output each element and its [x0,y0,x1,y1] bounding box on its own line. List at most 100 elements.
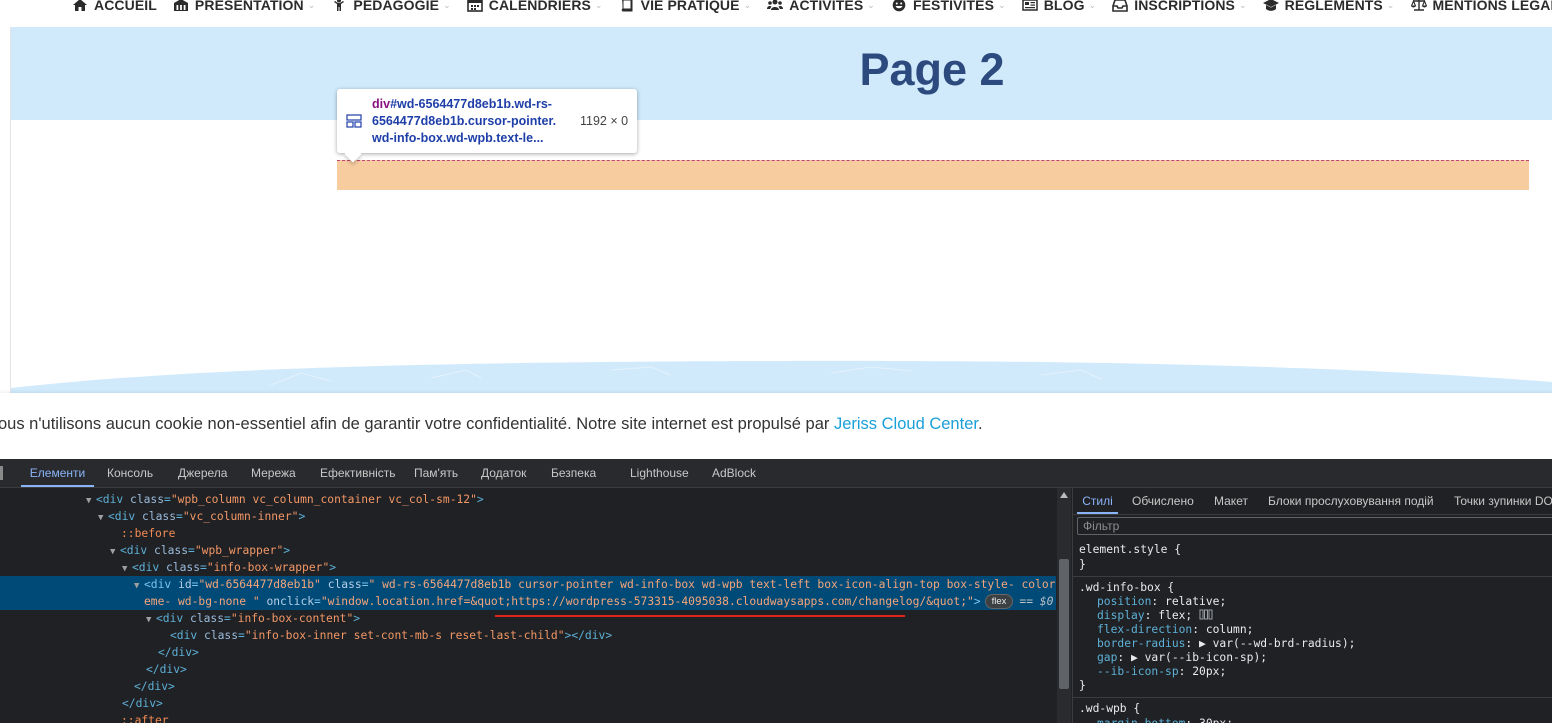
tab-styles[interactable]: Стилі [1077,488,1118,514]
url-underline-annotation [495,615,905,617]
rule-divider [1073,697,1552,698]
chevron-down-icon: ⌄ [1386,0,1395,10]
tab-computed[interactable]: Обчислено [1132,488,1194,514]
css-declaration-partial[interactable]: margin-bottom: 30px; [1079,717,1233,723]
inspect-mode-icon[interactable] [0,466,3,480]
tooltip-selector-line-3: wd-info-box.wd-wpb.text-le... [372,131,544,145]
dom-node-selected[interactable]: ▼ <div id="wd-6564477d8eb1b" class=" wd-r… [0,576,1056,593]
devtools-panel: Елементи Консоль Джерела Мережа Ефективн… [0,459,1552,723]
tab-security[interactable]: Безпека [551,459,596,487]
nav-item-accueil[interactable]: ACCUEIL [72,0,157,13]
nav-item-label: FESTIVITES [912,0,995,13]
nav-item-blog[interactable]: BLOG ⌄ [1021,0,1097,13]
users-icon [767,0,784,10]
balance-scale-icon [1410,0,1427,11]
dom-node-info-box-content[interactable]: ▼ <div class="info-box-content"> [0,610,360,627]
dom-pseudo-after[interactable]: ::after [0,712,169,723]
dom-node-wpb-column[interactable]: ▼ <div class="wpb_column vc_column_contai… [0,491,484,508]
graduation-cap-icon [1262,0,1279,11]
nav-item-pedagogie[interactable]: PEDAGOGIE ⌄ [331,0,451,13]
chevron-down-icon: ⌄ [594,0,603,10]
dom-node-column-inner[interactable]: ▼ <div class="vc_column-inner"> [0,508,305,525]
flex-badge[interactable]: flex [984,594,1014,609]
tab-lighthouse[interactable]: Lighthouse [630,459,689,487]
tab-application[interactable]: Додаток [481,459,526,487]
highlighted-info-box[interactable] [337,160,1529,190]
nav-item-label: PEDAGOGIE [353,0,440,13]
smile-icon [892,0,906,12]
dom-node-info-box-wrapper[interactable]: ▼ <div class="info-box-wrapper"> [0,559,336,576]
inspect-tooltip: div#wd-6564477d8eb1b.wd-rs- 6564477d8eb1… [337,89,637,163]
tab-network[interactable]: Мережа [251,459,296,487]
nav-item-presentation[interactable]: PRESENTATION ⌄ [173,0,315,13]
tab-performance[interactable]: Ефективність [320,459,396,487]
chevron-down-icon: ⌄ [307,0,316,10]
css-declaration[interactable]: position: relative; [1079,595,1226,609]
nav-item-reglements[interactable]: REGLEMENTS ⌄ [1262,0,1395,13]
cookie-text: ous n'utilisons aucun cookie non-essenti… [0,415,983,434]
nav-item-inscriptions[interactable]: INSCRIPTIONS ⌄ [1112,0,1247,13]
dom-close-tag[interactable]: </div> [0,644,199,661]
tooltip-size: 1192 × 0 [580,114,629,128]
styles-pane: Стилі Обчислено Макет Блоки прослуховува… [1072,488,1552,723]
nav-item-label: PRESENTATION [194,0,304,13]
css-declaration[interactable]: border-radius: ▶ var(--wd-brd-radius); [1079,637,1355,651]
flexbox-editor-icon[interactable] [1199,609,1213,620]
dom-node-wpb-wrapper[interactable]: ▼ <div class="wpb_wrapper"> [0,542,290,559]
tab-dom-breakpoints[interactable]: Точки зупинки DOM [1454,488,1552,514]
dom-close-tag[interactable]: </div> [0,661,187,678]
dom-pseudo-before[interactable]: ::before [0,525,175,542]
dom-close-tag[interactable]: </div> [0,695,163,712]
nav-item-label: REGLEMENTS [1284,0,1383,13]
dom-node-info-box-inner[interactable]: <div class="info-box-inner set-cont-mb-s… [0,627,612,644]
devtools-tab-bar: Елементи Консоль Джерела Мережа Ефективн… [0,459,1552,488]
tab-elements[interactable]: Елементи [21,459,94,487]
css-declaration[interactable]: --ib-icon-sp: 20px; [1079,665,1226,679]
tab-sources[interactable]: Джерела [178,459,227,487]
tab-event-listeners[interactable]: Блоки прослуховування подій [1268,488,1434,514]
nav-item-label: BLOG [1043,0,1085,13]
nav-item-vie-pratique[interactable]: VIE PRATIQUE ⌄ [619,0,752,13]
nav-item-label: CALENDRIERS [488,0,591,13]
styles-filter-input[interactable]: Фільтр [1077,517,1552,535]
rule-divider [1073,576,1552,577]
wave-decoration [11,360,1552,393]
cookie-suffix: . [977,415,983,433]
element-style-rule[interactable]: element.style { [1079,543,1181,557]
css-declaration[interactable]: flex-direction: column; [1079,623,1253,637]
child-icon [334,0,345,11]
chevron-down-icon: ⌄ [443,0,451,10]
nav-item-festivites[interactable]: FESTIVITES ⌄ [891,0,1006,13]
cookie-message: ous n'utilisons aucun cookie non-essenti… [0,415,834,433]
rule-wd-info-box-selector[interactable]: .wd-info-box { [1079,581,1174,595]
styles-tab-bar: Стилі Обчислено Макет Блоки прослуховува… [1073,488,1552,515]
onclick-url: https://wordpress-573315-4095038.cloudwa… [511,595,927,608]
tab-layout[interactable]: Макет [1214,488,1248,514]
nav-item-mentions-legales[interactable]: MENTIONS LEGALES⌄ [1410,0,1552,13]
chevron-down-icon: ⌄ [867,0,875,10]
dom-close-tag[interactable]: </div> [0,678,175,695]
nav-item-calendriers[interactable]: CALENDRIERS ⌄ [466,0,603,13]
tooltip-selector-line-1: #wd-6564477d8eb1b.wd-rs- [390,97,552,111]
book-icon [621,0,633,12]
css-declaration[interactable]: display: flex; [1079,609,1213,623]
nav-item-label: ACCUEIL [94,0,157,13]
tab-console[interactable]: Консоль [107,459,153,487]
nav-item-activites[interactable]: ACTIVITES ⌄ [767,0,875,13]
tab-adblock[interactable]: AdBlock [712,459,756,487]
rule-close: } [1079,558,1086,571]
newspaper-icon [1021,0,1038,11]
rule-close: } [1079,679,1086,692]
cookie-link[interactable]: Jeriss Cloud Center [834,415,978,433]
scroll-up-icon[interactable] [1060,492,1068,498]
tab-memory[interactable]: Пам'ять [414,459,458,487]
rule-wd-wpb-selector[interactable]: .wd-wpb { [1079,702,1140,716]
dom-scrollbar-thumb[interactable] [1059,559,1069,689]
cookie-banner: ous n'utilisons aucun cookie non-essenti… [0,393,1552,459]
nav-item-label: MENTIONS LEGALES [1432,0,1552,13]
dom-node-selected-cont[interactable]: eme- wd-bg-none " onclick="window.locati… [0,593,1056,610]
dom-tree[interactable]: ▼ <div class="wpb_column vc_column_contai… [0,488,1056,723]
tooltip-selector: div#wd-6564477d8eb1b.wd-rs- 6564477d8eb1… [372,96,577,147]
css-declaration[interactable]: gap: ▶ var(--ib-icon-sp); [1079,651,1267,665]
top-navigation: ACCUEIL PRESENTATION ⌄ PEDAGOGIE ⌄ CALENDRIER… [0,0,1552,27]
